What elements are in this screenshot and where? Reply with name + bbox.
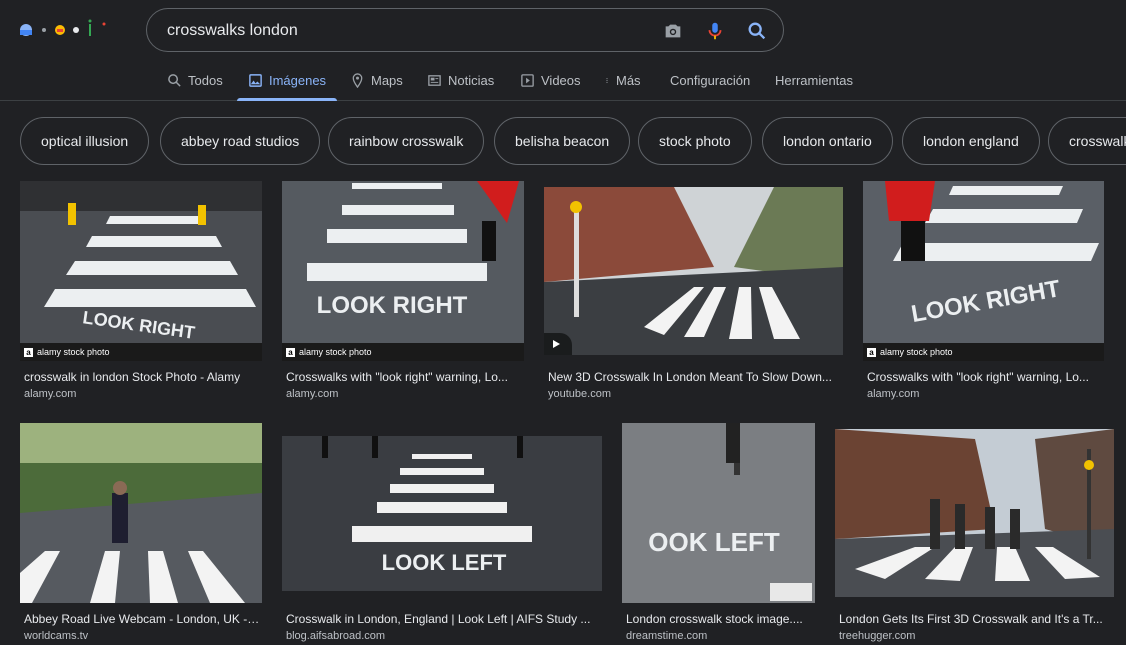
result-thumbnail[interactable]: LOOK RIGHT a alamy stock photo bbox=[20, 181, 262, 361]
image-result[interactable]: Abbey Road Live Webcam - London, UK - ..… bbox=[20, 423, 262, 645]
tab-label: Imágenes bbox=[268, 72, 327, 88]
chip-stock-photo[interactable]: stock photo bbox=[638, 117, 752, 165]
result-source: dreamstime.com bbox=[626, 630, 708, 642]
result-thumbnail[interactable]: LOOK LEFT bbox=[282, 436, 602, 591]
news-icon bbox=[428, 74, 441, 86]
related-searches: optical illusion abbey road studios rain… bbox=[20, 117, 1126, 167]
play-icon bbox=[521, 73, 534, 87]
tab-label: Videos bbox=[541, 72, 581, 88]
chip-crosswalk[interactable]: crosswalk bbox=[1048, 117, 1126, 165]
chip-belisha-beacon[interactable]: belisha beacon bbox=[494, 117, 631, 165]
search-icon[interactable] bbox=[746, 20, 768, 42]
tab-videos[interactable]: Videos bbox=[520, 60, 581, 100]
map-pin-icon bbox=[352, 72, 363, 88]
google-logo[interactable] bbox=[18, 18, 110, 42]
image-result[interactable]: LOOK RIGHT a alamy stock photo Crosswalks… bbox=[282, 181, 524, 401]
image-icon bbox=[249, 73, 262, 87]
play-icon bbox=[544, 333, 572, 355]
image-result[interactable]: LOOK LEFT Crosswalk in London, England |… bbox=[282, 423, 602, 645]
road-marking: OOK LEFT bbox=[648, 527, 780, 557]
more-vert-icon bbox=[606, 77, 608, 83]
result-thumbnail[interactable]: OOK LEFT bbox=[622, 423, 815, 603]
tab-more[interactable]: Más bbox=[604, 60, 641, 100]
image-result[interactable]: LOOK RIGHT a alamy stock photo crosswalk … bbox=[20, 181, 262, 401]
tab-maps[interactable]: Maps bbox=[350, 60, 403, 100]
result-title[interactable]: New 3D Crosswalk In London Meant To Slow… bbox=[548, 370, 840, 384]
search-box[interactable]: crosswalks london bbox=[146, 8, 784, 52]
image-result[interactable]: London Gets Its First 3D Crosswalk and I… bbox=[835, 423, 1114, 645]
chip-rainbow-crosswalk[interactable]: rainbow crosswalk bbox=[328, 117, 485, 165]
result-source: blog.aifsabroad.com bbox=[286, 630, 386, 642]
tab-label: Configuración bbox=[670, 72, 751, 88]
watermark-badge: a alamy stock photo bbox=[863, 343, 1104, 361]
result-title[interactable]: Crosswalks with "look right" warning, Lo… bbox=[286, 370, 520, 384]
result-title[interactable]: Abbey Road Live Webcam - London, UK - ..… bbox=[24, 612, 260, 626]
result-title[interactable]: Crosswalk in London, England | Look Left… bbox=[286, 612, 596, 626]
chip-optical-illusion[interactable]: optical illusion bbox=[20, 117, 150, 165]
result-thumbnail[interactable] bbox=[544, 187, 843, 355]
tab-all[interactable]: Todos bbox=[167, 60, 223, 100]
tab-settings[interactable]: Configuración bbox=[670, 60, 750, 100]
result-source: alamy.com bbox=[24, 388, 77, 400]
road-marking: LOOK LEFT bbox=[382, 550, 507, 575]
image-result[interactable]: LOOK RIGHT a alamy stock photo Crosswalks… bbox=[863, 181, 1104, 401]
result-title[interactable]: London crosswalk stock image.... bbox=[626, 612, 812, 626]
search-input[interactable]: crosswalks london bbox=[167, 22, 298, 40]
microphone-icon[interactable] bbox=[704, 20, 726, 42]
tab-label: Todos bbox=[188, 72, 223, 88]
result-thumbnail[interactable]: LOOK RIGHT a alamy stock photo bbox=[863, 181, 1104, 361]
search-icon bbox=[168, 73, 181, 87]
image-result[interactable]: OOK LEFT London crosswalk stock image...… bbox=[622, 423, 815, 645]
result-source: youtube.com bbox=[548, 388, 611, 400]
result-title[interactable]: London Gets Its First 3D Crosswalk and I… bbox=[839, 612, 1111, 626]
tab-label: Maps bbox=[371, 72, 403, 88]
tab-images[interactable]: Imágenes bbox=[237, 60, 337, 101]
active-tab-indicator bbox=[237, 98, 337, 101]
result-thumbnail[interactable] bbox=[835, 429, 1114, 597]
watermark-badge: a alamy stock photo bbox=[282, 343, 524, 361]
result-title[interactable]: crosswalk in london Stock Photo - Alamy bbox=[24, 370, 260, 384]
result-source: worldcams.tv bbox=[24, 630, 89, 642]
chip-london-england[interactable]: london england bbox=[902, 117, 1040, 165]
tab-label: Noticias bbox=[448, 72, 495, 88]
result-thumbnail[interactable]: LOOK RIGHT a alamy stock photo bbox=[282, 181, 524, 361]
search-tabs: Todos Imágenes Maps Noticias Videos Más … bbox=[0, 60, 1126, 101]
result-source: alamy.com bbox=[867, 388, 920, 400]
chip-london-ontario[interactable]: london ontario bbox=[762, 117, 893, 165]
tab-news[interactable]: Noticias bbox=[427, 60, 494, 100]
tab-tools[interactable]: Herramientas bbox=[775, 60, 853, 100]
tab-label: Herramientas bbox=[775, 72, 854, 88]
result-source: alamy.com bbox=[286, 388, 339, 400]
result-title[interactable]: Crosswalks with "look right" warning, Lo… bbox=[867, 370, 1101, 384]
watermark-badge: a alamy stock photo bbox=[20, 343, 262, 361]
tab-label: Más bbox=[616, 72, 641, 88]
chip-abbey-road-studios[interactable]: abbey road studios bbox=[160, 117, 321, 165]
result-thumbnail[interactable] bbox=[20, 423, 262, 603]
camera-icon[interactable] bbox=[662, 20, 684, 42]
road-marking: LOOK RIGHT bbox=[317, 292, 468, 319]
result-source: treehugger.com bbox=[839, 630, 916, 642]
image-result[interactable]: New 3D Crosswalk In London Meant To Slow… bbox=[544, 181, 843, 401]
